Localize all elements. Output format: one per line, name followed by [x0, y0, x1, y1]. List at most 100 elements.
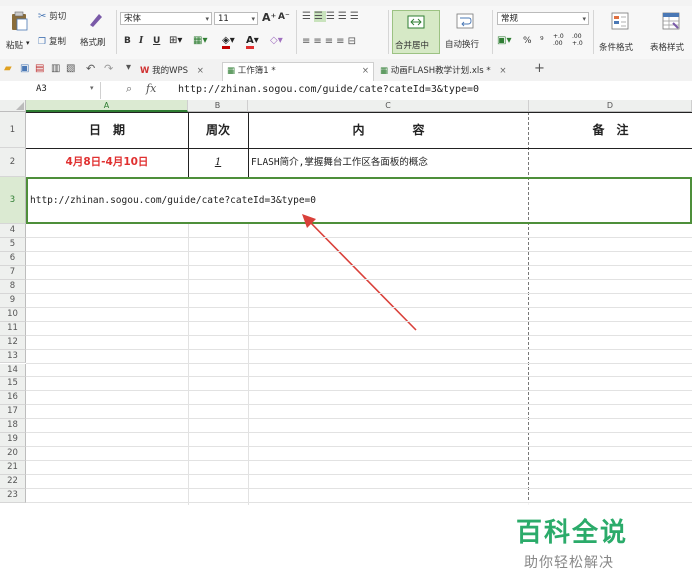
comma-button[interactable]: ⁹: [540, 36, 544, 46]
row-header[interactable]: 5: [0, 237, 26, 252]
header-date[interactable]: 日 期: [26, 112, 188, 148]
border-icon[interactable]: ⊞▾: [169, 35, 182, 46]
row-header[interactable]: 19: [0, 433, 26, 448]
row-header[interactable]: 17: [0, 405, 26, 420]
name-box[interactable]: A3 ▾: [0, 82, 101, 99]
align-top-icon[interactable]: ☰: [302, 11, 314, 22]
distributed-icon[interactable]: ⊟: [348, 36, 359, 47]
row-header[interactable]: 1: [0, 112, 26, 148]
annotation-arrow-icon: [302, 214, 417, 331]
paste-dropdown-icon[interactable]: ▾: [26, 39, 30, 47]
align-bottom-icon[interactable]: ☰: [326, 11, 338, 22]
row-header[interactable]: 18: [0, 419, 26, 434]
copy-button[interactable]: ❐ 复制: [38, 35, 66, 49]
save-icon[interactable]: ▣: [20, 63, 29, 74]
open-folder-icon[interactable]: ▰: [4, 63, 12, 74]
row-header[interactable]: 15: [0, 377, 26, 392]
number-format-select[interactable]: 常规 ▾: [497, 12, 589, 25]
column-header-c[interactable]: C: [248, 100, 529, 112]
close-icon[interactable]: ×: [197, 66, 204, 76]
row-header[interactable]: 9: [0, 293, 26, 308]
cut-button[interactable]: ✂ 剪切: [38, 10, 66, 24]
redo-icon[interactable]: ↷: [104, 62, 113, 75]
fill-pattern-icon[interactable]: ▦▾: [193, 35, 207, 46]
close-icon[interactable]: ×: [499, 66, 506, 76]
cell-date[interactable]: 4月8日-4月10日: [26, 148, 188, 177]
tab-flash-plan[interactable]: ▦ 动画FLASH教学计划.xls * ×: [380, 63, 530, 79]
header-week[interactable]: 周次: [188, 112, 248, 148]
font-color-icon[interactable]: A▾: [246, 35, 259, 49]
row-header[interactable]: 23: [0, 489, 26, 503]
tab-my-wps[interactable]: W 我的WPS ×: [140, 63, 222, 79]
column-header-d[interactable]: D: [529, 100, 692, 112]
row-header[interactable]: 2: [0, 148, 26, 177]
row-header[interactable]: 6: [0, 251, 26, 266]
row-header[interactable]: 8: [0, 279, 26, 294]
font-shrink-button[interactable]: A⁻: [278, 12, 290, 22]
function-icon[interactable]: fx: [146, 82, 156, 95]
align-middle-icon[interactable]: ☰: [313, 11, 326, 22]
row-header[interactable]: 21: [0, 461, 26, 476]
cell-note[interactable]: [529, 148, 692, 177]
decimal-decrease-button[interactable]: .00 +.0: [572, 33, 586, 47]
print-preview-icon[interactable]: ▧: [66, 63, 75, 74]
undo-icon[interactable]: ↶: [86, 62, 95, 75]
align-center-icon[interactable]: ≡: [313, 36, 324, 47]
row-header[interactable]: 4: [0, 224, 26, 238]
column-header-a[interactable]: A: [26, 100, 188, 112]
tab-flash-plan-label: 动画FLASH教学计划.xls *: [390, 66, 491, 76]
justify-icon[interactable]: ≡: [336, 36, 347, 47]
table-style-button[interactable]: 表格样式: [648, 10, 692, 54]
decimal-increase-button[interactable]: +.0 .00: [553, 33, 567, 47]
align-left-icon[interactable]: ≡: [302, 36, 313, 47]
indent-increase-icon[interactable]: ☰: [350, 11, 362, 22]
formula-input[interactable]: http://zhinan.sogou.com/guide/cate?cateI…: [178, 84, 479, 95]
font-name-select[interactable]: 宋体 ▾: [120, 12, 212, 25]
row-header[interactable]: 22: [0, 475, 26, 490]
table-style-label: 表格样式: [650, 43, 685, 53]
spreadsheet-grid[interactable]: A B C D 1 2 3 日 期 周次 内 容 备 注 4月8日-4月10日 …: [0, 100, 692, 582]
row-header[interactable]: 12: [0, 335, 26, 350]
fill-color-icon[interactable]: ◈▾: [222, 35, 235, 49]
format-painter-button[interactable]: 格式刷: [80, 9, 110, 55]
close-icon[interactable]: ×: [362, 63, 369, 79]
currency-icon[interactable]: ▣▾: [497, 35, 511, 46]
bold-button[interactable]: B: [124, 36, 131, 46]
header-content[interactable]: 内 容: [248, 112, 529, 148]
indent-decrease-icon[interactable]: ☰: [338, 11, 350, 22]
vertical-align-group[interactable]: ☰☰☰☰☰: [302, 11, 382, 25]
align-right-icon[interactable]: ≡: [325, 36, 336, 47]
font-grow-button[interactable]: A⁺: [262, 11, 276, 24]
underline-button[interactable]: U: [153, 36, 160, 46]
row-header[interactable]: 7: [0, 265, 26, 280]
cell-week[interactable]: 1: [188, 148, 248, 177]
export-pdf-icon[interactable]: ▤: [35, 63, 44, 74]
select-all-corner[interactable]: [0, 100, 26, 112]
row-header[interactable]: 16: [0, 391, 26, 406]
cell-content[interactable]: FLASH简介,掌握舞台工作区各面板的概念: [251, 148, 529, 177]
horizontal-align-group[interactable]: ≡≡≡≡⊟: [302, 36, 388, 50]
column-header-b[interactable]: B: [188, 100, 248, 112]
zoom-icon[interactable]: ⌕: [126, 82, 132, 96]
header-note[interactable]: 备 注: [529, 112, 692, 148]
customize-quick-access-icon[interactable]: ▾: [126, 62, 131, 73]
paste-button[interactable]: 粘贴 ▾: [4, 9, 34, 55]
font-size-select[interactable]: 11 ▾: [214, 12, 258, 25]
row-header[interactable]: 14: [0, 363, 26, 378]
conditional-format-button[interactable]: 条件格式: [597, 10, 645, 54]
wrap-text-button[interactable]: 自动换行: [444, 10, 488, 54]
new-tab-icon[interactable]: +: [534, 61, 545, 76]
row-header[interactable]: 10: [0, 307, 26, 322]
row-header[interactable]: 11: [0, 321, 26, 336]
italic-button[interactable]: I: [139, 36, 143, 46]
clear-format-icon[interactable]: ◇▾: [270, 35, 283, 46]
row-header[interactable]: 3: [0, 177, 26, 224]
conditional-format-label: 条件格式: [599, 43, 634, 53]
gridline: [26, 502, 692, 503]
row-header[interactable]: 13: [0, 349, 26, 364]
merge-center-button[interactable]: 合并居中: [392, 10, 440, 54]
row-header[interactable]: 20: [0, 447, 26, 462]
tab-workbook1[interactable]: ▦ 工作簿1 * ×: [222, 62, 374, 81]
percent-button[interactable]: %: [523, 36, 532, 46]
print-icon[interactable]: ▥: [51, 63, 60, 74]
